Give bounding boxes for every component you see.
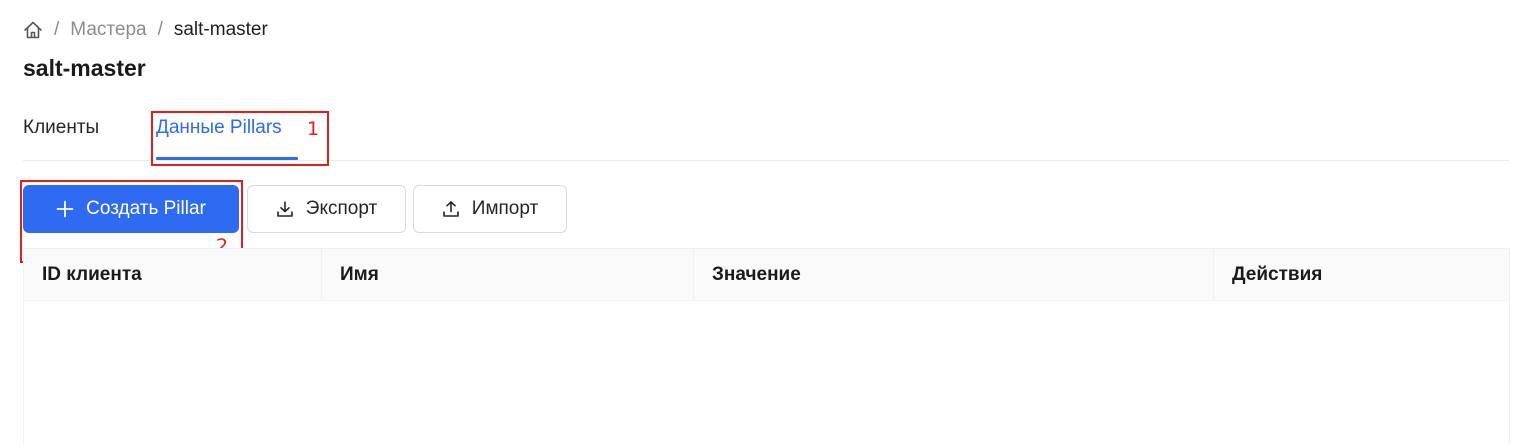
column-header-client-id[interactable]: ID клиента <box>24 249 321 300</box>
breadcrumb: / Мастера / salt-master <box>23 18 268 42</box>
export-button[interactable]: Экспорт <box>247 185 406 233</box>
column-header-name[interactable]: Имя <box>321 249 693 300</box>
page-title: salt-master <box>23 55 146 81</box>
home-icon[interactable] <box>23 20 43 40</box>
column-header-value[interactable]: Значение <box>693 249 1213 300</box>
download-icon <box>276 200 294 218</box>
breadcrumb-item-masters[interactable]: Мастера <box>70 19 146 41</box>
annotation-label-1: 1 <box>307 118 320 140</box>
import-button[interactable]: Импорт <box>413 185 567 233</box>
pillars-table: ID клиента Имя Значение Действия <box>23 248 1510 445</box>
breadcrumb-separator: / <box>157 19 163 40</box>
breadcrumb-item-current: salt-master <box>173 19 268 40</box>
export-label: Экспорт <box>305 198 378 219</box>
annotation-box-1 <box>151 111 329 166</box>
upload-icon <box>442 200 460 218</box>
tab-clients[interactable]: Клиенты <box>23 117 99 139</box>
page: / Мастера / salt-master salt-master Клие… <box>0 0 1529 445</box>
table-header: ID клиента Имя Значение Действия <box>24 249 1509 301</box>
column-header-actions: Действия <box>1213 249 1509 300</box>
import-label: Импорт <box>471 198 539 219</box>
breadcrumb-separator: / <box>54 19 60 40</box>
